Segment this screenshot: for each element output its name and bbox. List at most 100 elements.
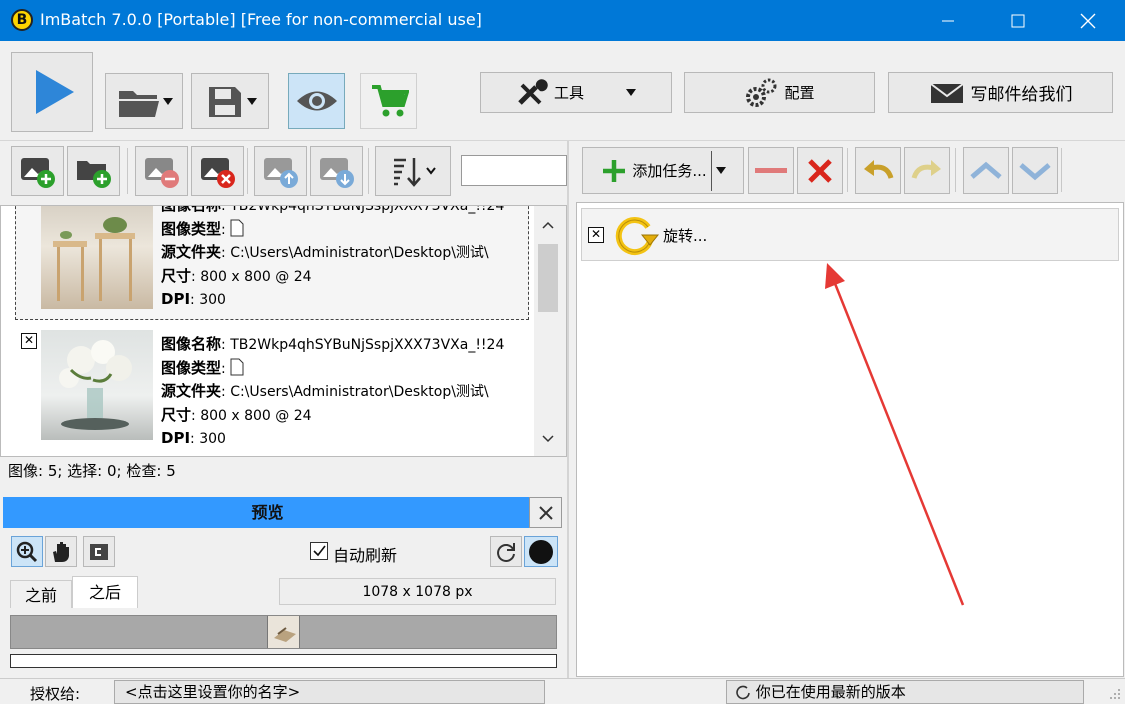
eye-icon [296,91,337,111]
add-folder-icon [76,161,111,188]
image-dimensions: 1078 x 1078 px [279,578,556,605]
version-message: 你已在使用最新的版本 [755,683,906,701]
minimize-icon [942,20,954,21]
open-button[interactable] [105,73,183,129]
scroll-up-icon[interactable] [538,218,558,236]
remove-task-button[interactable] [748,147,794,194]
close-window-button[interactable] [1053,0,1123,41]
task-item[interactable]: ✕ 旋转... [581,208,1119,261]
circle-icon [529,539,553,564]
image-thumbnail [41,330,153,440]
chevron-down-icon [626,89,636,96]
task-list: ✕ 旋转... [576,202,1124,677]
minimize-button[interactable] [913,0,983,41]
window-title: ImBatch 7.0.0 [Portable] [Free for non-c… [40,10,482,29]
save-button[interactable] [191,73,269,129]
maximize-button[interactable] [983,0,1053,41]
delete-task-button[interactable] [797,147,843,194]
add-images-button[interactable] [11,146,64,196]
image-up-icon [263,158,298,188]
image-search-input[interactable] [461,155,567,186]
red-x-icon [808,158,832,183]
buy-button[interactable] [360,73,417,129]
add-task-button[interactable]: 添加任务... [582,147,744,194]
email-us-button[interactable]: 写邮件给我们 [888,72,1113,113]
tools-label: 工具 [553,84,584,102]
image-down-icon [319,158,354,188]
zoom-icon [16,541,38,562]
move-image-up-button[interactable] [254,146,307,196]
rotate-icon [615,217,660,256]
tab-before[interactable]: 之前 [10,580,72,608]
app-logo-icon: B [11,9,33,31]
undo-icon [864,159,894,179]
run-button[interactable] [11,52,93,132]
email-us-label: 写邮件给我们 [970,85,1073,105]
preview-progress-bar [10,654,557,668]
maximize-icon [1011,14,1025,27]
chevron-down-icon [426,167,436,175]
hand-icon [53,541,69,562]
preview-thumbnail [267,616,300,648]
save-icon [209,87,241,117]
config-label: 配置 [784,84,815,102]
preview-area[interactable] [10,615,557,649]
fit-button[interactable] [83,536,115,567]
move-task-down-button[interactable] [1012,147,1058,194]
move-image-down-button[interactable] [310,146,363,196]
close-preview-button[interactable] [529,497,562,528]
folder-open-icon [119,91,159,117]
preview-header: 预览 [3,497,532,528]
chevron-down-icon [1019,162,1051,180]
title-bar: B ImBatch 7.0.0 [Portable] [Free for non… [0,0,1125,41]
hand-tool-button[interactable] [45,536,77,567]
image-meta: 图像名称: TB2Wkp4qhSYBuNjSspjXXX73VXa_!!24 图… [161,335,505,447]
set-name-field[interactable]: <点击这里设置你的名字> [114,680,545,704]
chevron-down-icon [715,167,726,174]
play-icon [36,70,74,114]
preview-title: 预览 [251,503,284,522]
preview-toggle-button[interactable] [288,73,345,129]
auto-refresh-label: 自动刷新 [333,546,398,565]
move-task-up-button[interactable] [963,147,1009,194]
shopping-cart-icon [371,85,409,117]
envelope-icon [929,82,964,103]
refresh-icon [736,685,750,700]
file-icon [230,219,244,236]
resize-grip-icon[interactable] [1108,687,1122,701]
clear-images-button[interactable] [191,146,244,196]
image-thumbnail [41,206,153,309]
config-button[interactable]: 配置 [684,72,875,113]
background-color-button[interactable] [524,536,558,567]
scroll-down-icon[interactable] [538,432,558,450]
image-checkbox[interactable]: ✕ [21,333,37,349]
task-checkbox[interactable]: ✕ [588,227,604,243]
plus-icon [603,159,626,182]
file-icon [230,358,244,375]
undo-button[interactable] [855,147,901,194]
refresh-icon [497,542,515,562]
tab-after[interactable]: 之后 [72,576,138,608]
close-icon [1080,13,1096,28]
redo-button[interactable] [904,147,950,194]
image-status: 图像: 5; 选择: 0; 检查: 5 [8,462,176,480]
zoom-tool-button[interactable] [11,536,43,567]
chevron-up-icon [970,161,1002,179]
splitter[interactable] [567,141,569,678]
add-image-icon [20,158,55,188]
remove-image-button[interactable] [135,146,188,196]
tools-menu-button[interactable]: 工具 [480,72,672,113]
task-label: 旋转... [663,227,708,245]
fit-screen-icon [90,543,108,560]
image-meta: 图像名称: TB2Wkp4qhSYBuNjSspjXXX73VXa_!!24 图… [161,205,505,308]
auto-refresh-checkbox[interactable] [310,542,328,560]
sort-button[interactable] [375,146,451,196]
chevron-down-icon [163,97,173,105]
refresh-preview-button[interactable] [490,536,522,567]
license-label: 授权给: [30,685,81,703]
scroll-thumb[interactable] [538,244,558,312]
delete-image-icon [200,158,235,188]
sort-icon [394,158,421,187]
version-status[interactable]: 你已在使用最新的版本 [726,680,1084,704]
add-folder-button[interactable] [67,146,120,196]
